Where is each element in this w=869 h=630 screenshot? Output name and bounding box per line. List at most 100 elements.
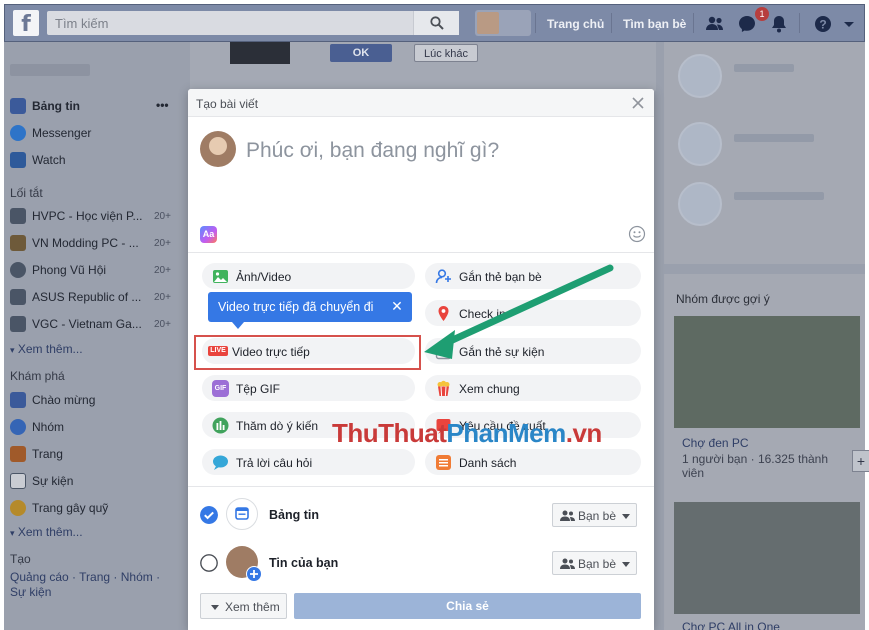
nav-find-friends-link[interactable]: Tìm bạn bè bbox=[623, 17, 686, 31]
destination-label: Bảng tin bbox=[269, 508, 319, 522]
location-pin-icon bbox=[438, 306, 449, 321]
pages-flag-icon bbox=[10, 446, 26, 462]
tag-friends-option[interactable]: Gắn thẻ bạn bè bbox=[425, 263, 641, 289]
search-input[interactable] bbox=[47, 11, 407, 35]
profile-chip[interactable] bbox=[475, 10, 531, 36]
search-button[interactable] bbox=[413, 11, 459, 35]
nav-divider bbox=[693, 13, 694, 33]
gif-option[interactable]: GIF Tệp GIF bbox=[202, 375, 415, 401]
see-more-label: Xem thêm... bbox=[17, 525, 83, 539]
photo-video-option[interactable]: Ảnh/Video bbox=[202, 263, 415, 289]
people-card-blurred bbox=[664, 42, 865, 264]
later-button[interactable]: Lúc khác bbox=[414, 44, 478, 62]
sidebar-item-label: ASUS Republic of ... bbox=[32, 290, 142, 304]
calendar-icon bbox=[10, 473, 26, 489]
nav-divider bbox=[535, 13, 536, 33]
news-feed-icon bbox=[10, 98, 26, 114]
sidebar-item-label: Phong Vũ Hội bbox=[32, 263, 107, 277]
group-cover-image[interactable] bbox=[674, 502, 860, 614]
sidebar-shortcut-item[interactable]: ASUS Republic of ... bbox=[10, 289, 141, 307]
calendar-icon bbox=[435, 344, 452, 360]
share-button[interactable]: Chia sẻ bbox=[294, 593, 641, 619]
option-label: Thăm dò ý kiến bbox=[236, 419, 319, 433]
group-name-link[interactable]: Chợ đen PC bbox=[682, 436, 749, 450]
dialog-title: Tạo bài viết bbox=[196, 97, 259, 111]
audience-selector-button[interactable]: Bạn bè bbox=[552, 503, 637, 527]
dialog-header: Tạo bài viết bbox=[188, 89, 654, 117]
answer-questions-option[interactable]: Trả lời câu hỏi bbox=[202, 449, 415, 475]
group-icon bbox=[10, 262, 26, 278]
nav-home-link[interactable]: Trang chủ bbox=[547, 17, 604, 31]
avatar bbox=[678, 182, 722, 226]
watch-party-option[interactable]: Xem chung bbox=[425, 375, 641, 401]
top-bar-inner: f Trang chủ Tìm bạn bè 1 ? bbox=[4, 4, 865, 42]
sidebar-item-label: Trang bbox=[32, 447, 63, 461]
sidebar-shortcut-item[interactable]: HVPC - Học viện P... bbox=[10, 208, 142, 226]
photo-icon bbox=[213, 270, 228, 283]
facebook-icon bbox=[10, 392, 26, 408]
facebook-logo-icon[interactable]: f bbox=[13, 10, 39, 37]
sidebar-item-welcome[interactable]: Chào mừng bbox=[10, 392, 95, 410]
group-cover-image[interactable] bbox=[674, 316, 860, 428]
checked-circle-icon[interactable] bbox=[200, 506, 218, 524]
background-color-icon[interactable]: Aa bbox=[200, 226, 217, 243]
watch-icon bbox=[10, 152, 26, 168]
create-links[interactable]: Quảng cáo · Trang · Nhóm · Sự kiện bbox=[10, 570, 170, 600]
help-icon[interactable]: ? bbox=[813, 14, 833, 34]
suggested-groups-title: Nhóm được gợi ý bbox=[676, 292, 770, 306]
sidebar-item-label: Chào mừng bbox=[32, 393, 96, 407]
sidebar-item-label: Trang gây quỹ bbox=[32, 501, 109, 515]
list-option[interactable]: Danh sách bbox=[425, 449, 641, 475]
sidebar-item-groups[interactable]: Nhóm bbox=[10, 419, 64, 437]
chevron-down-icon bbox=[622, 562, 630, 567]
monitor-image bbox=[230, 42, 290, 64]
nav-divider bbox=[611, 13, 612, 33]
feed-card-behind: OK Lúc khác bbox=[190, 42, 656, 92]
chevron-down-icon bbox=[211, 605, 219, 610]
join-group-button[interactable]: + bbox=[852, 450, 869, 472]
sidebar-item-pages[interactable]: Trang bbox=[10, 446, 63, 464]
option-label: Gắn thẻ bạn bè bbox=[459, 270, 542, 284]
sidebar-shortcut-item[interactable]: VGC - Vietnam Ga... bbox=[10, 316, 142, 334]
explore-heading: Khám phá bbox=[10, 369, 65, 383]
sidebar-item-fundraisers[interactable]: Trang gây quỹ bbox=[10, 500, 108, 518]
group-name-link[interactable]: Chợ PC All in One bbox=[682, 620, 780, 630]
post-text-input[interactable]: Phúc ơi, bạn đang nghĩ gì? bbox=[246, 139, 499, 163]
see-more-label: Xem thêm... bbox=[17, 342, 83, 356]
sidebar-more-dots-icon[interactable]: ••• bbox=[156, 98, 169, 116]
sidebar-item-watch[interactable]: Watch bbox=[10, 152, 66, 170]
notifications-bell-icon[interactable] bbox=[769, 14, 789, 34]
sidebar-profile-blurred[interactable] bbox=[10, 64, 90, 76]
sidebar-item-news-feed[interactable]: Bảng tin bbox=[10, 98, 80, 116]
check-in-option[interactable]: Check in bbox=[425, 300, 641, 326]
group-meta: 1 người bạn · 16.325 thành viên bbox=[682, 452, 829, 480]
audience-selector-button[interactable]: Bạn bè bbox=[552, 551, 637, 575]
option-label: Danh sách bbox=[459, 456, 517, 470]
sidebar-shortcut-item[interactable]: VN Modding PC - ... bbox=[10, 235, 139, 253]
unchecked-circle-icon[interactable] bbox=[200, 554, 218, 572]
sidebar-item-messenger[interactable]: Messenger bbox=[10, 125, 91, 143]
ok-button[interactable]: OK bbox=[330, 44, 392, 62]
see-more-button[interactable]: Xem thêm bbox=[200, 593, 287, 619]
messenger-icon[interactable] bbox=[737, 14, 757, 34]
shortcut-count: 20+ bbox=[154, 211, 171, 222]
option-label: Xem chung bbox=[459, 382, 520, 396]
audience-label: Bạn bè bbox=[578, 557, 617, 571]
watermark-part: ThuThuat bbox=[332, 418, 447, 448]
messenger-icon bbox=[10, 125, 26, 141]
explore-see-more-link[interactable]: ▾ Xem thêm... bbox=[10, 525, 83, 539]
shortcuts-heading: Lối tắt bbox=[10, 186, 43, 200]
tag-event-option[interactable]: Gắn thẻ sự kiện bbox=[425, 338, 641, 364]
destination-label: Tin của bạn bbox=[269, 556, 339, 570]
shortcuts-see-more-link[interactable]: ▾ Xem thêm... bbox=[10, 342, 83, 356]
close-icon[interactable] bbox=[630, 95, 646, 111]
fundraiser-icon bbox=[10, 500, 26, 516]
emoji-icon[interactable] bbox=[628, 225, 646, 243]
account-menu-chevron-icon[interactable] bbox=[843, 14, 855, 34]
destination-story-row: Tin của bạn Bạn bè bbox=[188, 539, 654, 587]
sidebar-item-events[interactable]: Sự kiện bbox=[10, 473, 73, 491]
friend-requests-icon[interactable] bbox=[705, 14, 725, 34]
shortcut-count: 20+ bbox=[154, 265, 171, 276]
sidebar-shortcut-item[interactable]: Phong Vũ Hội bbox=[10, 262, 106, 280]
tooltip-close-icon[interactable]: ✕ bbox=[390, 299, 404, 313]
